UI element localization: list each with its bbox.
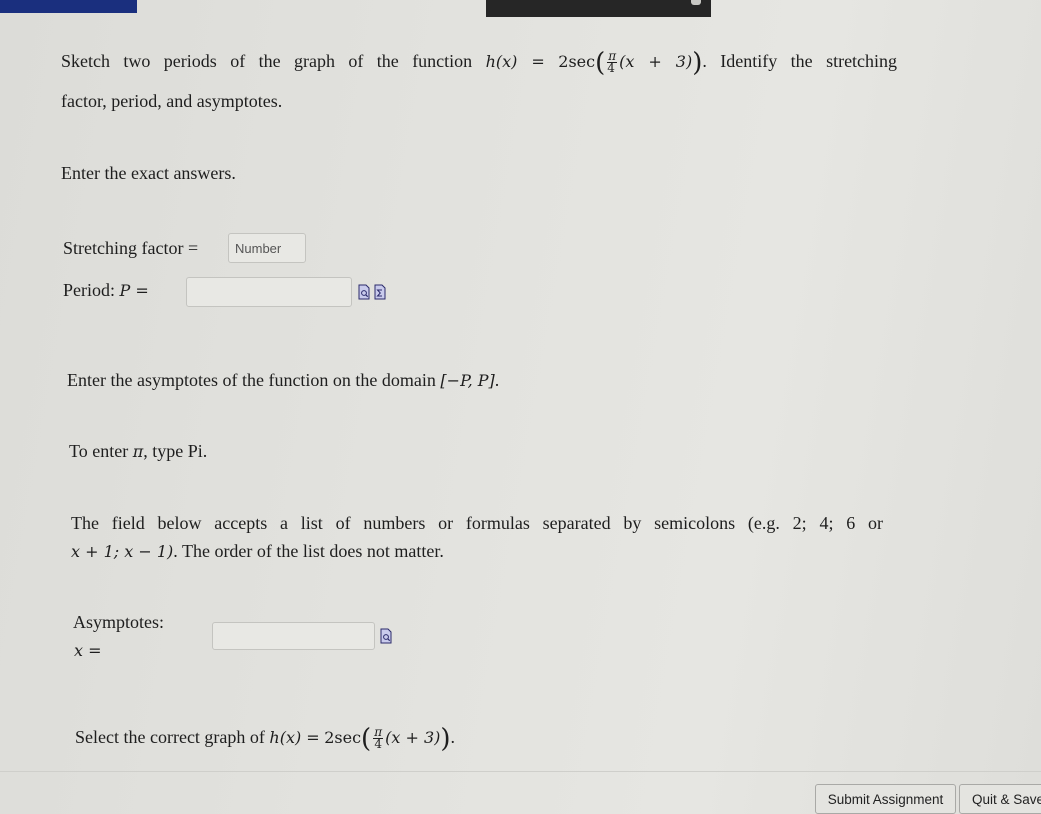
stretching-factor-label: Stretching factor = [63,238,199,258]
fraction-denominator: 4 [374,737,382,752]
question-line-2: factor, period, and asymptotes. [61,91,283,111]
paren-open: ( [361,724,372,754]
function-trig: sec [334,728,362,747]
pi-instruction: To enter π, type Pi. [69,440,207,463]
panel-handle [691,0,701,5]
equation-editor-icon[interactable] [374,284,386,300]
asymptotes-var-label: x = [74,641,102,660]
preview-icon[interactable] [358,284,370,300]
submit-assignment-button[interactable]: Submit Assignment [815,784,956,814]
pi-text-suffix: , type Pi. [143,441,208,461]
function-lhs: h(x) = [485,52,545,71]
question-text: Sketch two periods of the graph of the f… [61,51,473,71]
preview-icon[interactable] [380,628,392,644]
function-coef: 2 [324,728,335,747]
list-example-math: x + 1; x − 1) [71,542,174,561]
domain-math: [−P, P] [440,371,495,390]
list-instruction-text: . The order of the list does not matter. [173,541,444,561]
function-coef: 2 [558,52,569,71]
domain-text: Enter the asymptotes of the function on … [67,370,436,390]
period-input[interactable] [186,277,352,307]
fraction-denominator: 4 [607,61,615,76]
period-label: Period: P = [63,279,149,302]
select-graph-suffix: . [450,727,456,747]
question-line-1: Sketch two periods of the graph of the f… [61,50,898,76]
list-instruction-line-2: x + 1; x − 1). The order of the list doe… [71,540,444,563]
function-arg: (x + 3) [619,52,693,71]
function-trig: sec [568,52,596,71]
select-graph-text: Select the correct graph of [75,727,265,747]
fraction: π4 [373,726,384,752]
paren-close: ) [692,48,703,78]
stretching-factor-input[interactable]: Number [228,233,306,263]
pi-text-prefix: To enter [69,441,129,461]
stretching-factor-placeholder: Number [235,240,282,256]
question-suffix: . Identify the stretching [702,51,898,71]
fraction: π4 [607,50,618,76]
paren-open: ( [595,48,606,78]
select-graph-prompt: Select the correct graph of h(x) = 2sec(… [75,726,456,752]
quit-and-save-button[interactable]: Quit & Save [959,784,1041,814]
period-label-text: Period: [63,280,115,300]
asymptotes-input[interactable] [212,622,375,650]
top-dark-panel [486,0,711,17]
domain-end: . [494,370,500,390]
exact-answers-instruction: Enter the exact answers. [61,163,236,183]
asymptotes-label: Asymptotes: [73,612,165,632]
domain-instruction: Enter the asymptotes of the function on … [67,369,499,392]
list-instruction-line-1: The field below accepts a list of number… [71,513,883,533]
period-label-math: P = [119,281,149,300]
function-lhs: h(x) = [269,728,320,747]
top-nav-bar [0,0,137,13]
function-arg: (x + 3) [385,728,441,747]
pi-symbol: π [132,442,144,461]
footer-divider [0,771,1041,772]
paren-close: ) [440,724,451,754]
